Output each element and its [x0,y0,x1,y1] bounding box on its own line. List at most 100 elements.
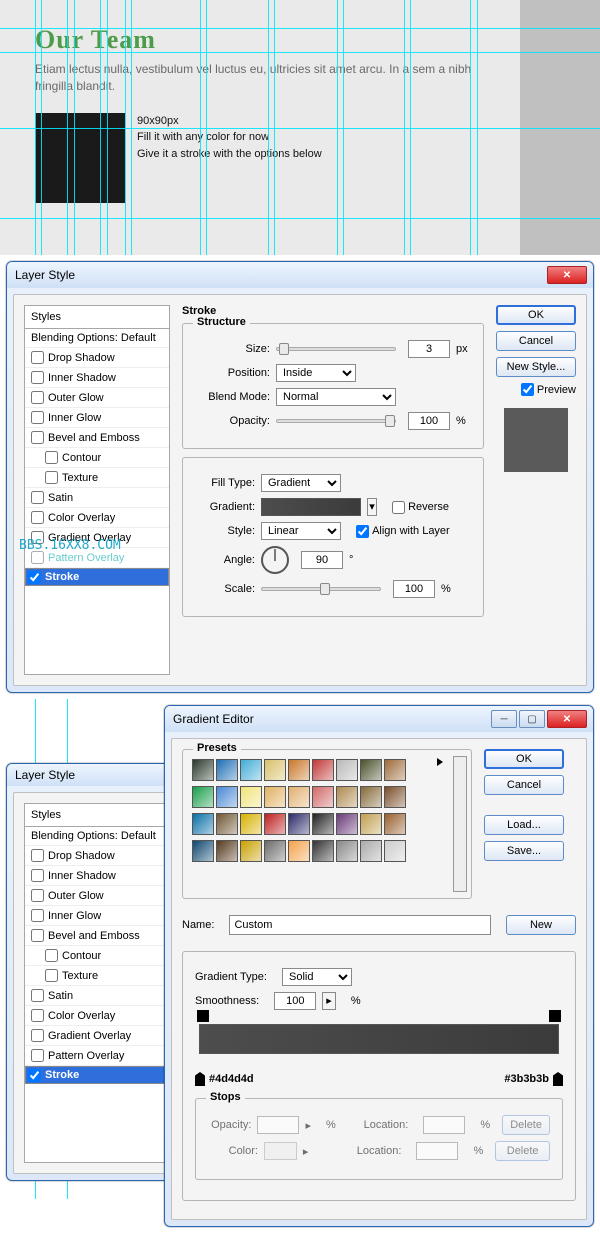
layer-style-dialog: Layer Style ✕ Styles Blending Options: D… [6,261,594,693]
preset-swatch[interactable] [240,759,262,781]
delete-color-stop[interactable]: Delete [495,1141,550,1161]
opacity-input[interactable] [408,412,450,430]
gradient-type-select[interactable]: Solid [282,968,352,986]
preset-swatch[interactable] [192,840,214,862]
preset-swatch[interactable] [288,759,310,781]
scale-slider[interactable] [261,587,381,591]
preset-swatch[interactable] [264,786,286,808]
ok-button[interactable]: OK [484,749,564,769]
blending-options[interactable]: Blending Options: Default [25,329,169,348]
preset-grid[interactable] [191,758,463,866]
cancel-button[interactable]: Cancel [496,331,576,351]
preset-swatch[interactable] [240,813,262,835]
preset-swatch[interactable] [360,786,382,808]
effect-stroke[interactable]: Stroke [25,1066,167,1084]
preview-check[interactable]: Preview [496,383,576,396]
angle-dial[interactable] [261,546,289,574]
angle-input[interactable] [301,551,343,569]
style-select[interactable]: Linear [261,522,341,540]
color-stop-icon[interactable] [553,1072,563,1086]
preset-swatch[interactable] [240,840,262,862]
preset-swatch[interactable] [384,813,406,835]
preset-swatch[interactable] [192,759,214,781]
styles-list: Styles Blending Options: Default Drop Sh… [24,305,170,675]
close-button[interactable]: ✕ [547,266,587,284]
preset-swatch[interactable] [216,759,238,781]
effect-drop-shadow[interactable]: Drop Shadow [25,348,169,368]
preset-swatch[interactable] [216,813,238,835]
stroke-panel: Stroke Structure Size:px Position:Inside… [182,305,484,675]
page-title: Our Team [35,25,565,55]
scale-input[interactable] [393,580,435,598]
new-style-button[interactable]: New Style... [496,357,576,377]
effect-satin[interactable]: Satin [25,488,169,508]
effect-texture[interactable]: Texture [25,468,169,488]
window-title: Layer Style [13,268,545,282]
color-swatch[interactable] [264,1142,297,1160]
preset-swatch[interactable] [384,840,406,862]
preset-swatch[interactable] [336,786,358,808]
preset-swatch[interactable] [216,840,238,862]
preset-swatch[interactable] [312,813,334,835]
effect-contour[interactable]: Contour [25,448,169,468]
presets-menu-icon[interactable] [437,758,443,766]
size-input[interactable] [408,340,450,358]
blendmode-select[interactable]: Normal [276,388,396,406]
name-input[interactable] [229,915,490,935]
styles-header[interactable]: Styles [25,306,169,329]
gradient-picker[interactable] [261,498,361,516]
size-slider[interactable] [276,347,396,351]
effect-bevel[interactable]: Bevel and Emboss [25,428,169,448]
smoothness-input[interactable] [274,992,316,1010]
effect-color-overlay[interactable]: Color Overlay [25,508,169,528]
preset-swatch[interactable] [288,786,310,808]
watermark: BBS.16XX8.COM [19,538,163,553]
position-select[interactable]: Inside [276,364,356,382]
preset-swatch[interactable] [312,759,334,781]
preset-swatch[interactable] [360,759,382,781]
new-button[interactable]: New [506,915,576,935]
effect-outer-glow[interactable]: Outer Glow [25,388,169,408]
preset-scrollbar[interactable] [453,756,467,892]
preset-swatch[interactable] [384,786,406,808]
opacity-stop-right[interactable] [549,1010,561,1022]
effect-stroke[interactable]: Stroke [25,568,169,586]
preset-swatch[interactable] [336,840,358,862]
save-button[interactable]: Save... [484,841,564,861]
preset-swatch[interactable] [288,840,310,862]
preset-swatch[interactable] [312,840,334,862]
filltype-select[interactable]: Gradient [261,474,341,492]
preset-swatch[interactable] [336,759,358,781]
preset-swatch[interactable] [264,759,286,781]
maximize-button[interactable]: ▢ [519,710,545,728]
preset-swatch[interactable] [288,813,310,835]
cancel-button[interactable]: Cancel [484,775,564,795]
color-stop-icon[interactable] [195,1072,205,1086]
preset-swatch[interactable] [360,813,382,835]
opacity-slider[interactable] [276,419,396,423]
preset-swatch[interactable] [312,786,334,808]
gradient-bar[interactable] [199,1024,559,1054]
effect-inner-glow[interactable]: Inner Glow [25,408,169,428]
opacity-stop-left[interactable] [197,1010,209,1022]
align-check[interactable]: Align with Layer [356,525,450,538]
close-button[interactable]: ✕ [547,710,587,728]
preset-swatch[interactable] [264,813,286,835]
preset-swatch[interactable] [336,813,358,835]
layer-style-dialog-2: Layer Style Styles Blending Options: Def… [6,763,186,1181]
reverse-check[interactable]: Reverse [392,501,449,514]
preset-swatch[interactable] [192,813,214,835]
smoothness-dropdown-icon[interactable]: ▸ [322,992,336,1010]
minimize-button[interactable]: ─ [491,710,517,728]
delete-opacity-stop[interactable]: Delete [502,1115,550,1135]
effect-inner-shadow[interactable]: Inner Shadow [25,368,169,388]
preset-swatch[interactable] [192,786,214,808]
preset-swatch[interactable] [360,840,382,862]
preset-swatch[interactable] [240,786,262,808]
annotation-text: 90x90px Fill it with any color for now G… [137,113,322,203]
ok-button[interactable]: OK [496,305,576,325]
load-button[interactable]: Load... [484,815,564,835]
preset-swatch[interactable] [384,759,406,781]
preset-swatch[interactable] [264,840,286,862]
preset-swatch[interactable] [216,786,238,808]
